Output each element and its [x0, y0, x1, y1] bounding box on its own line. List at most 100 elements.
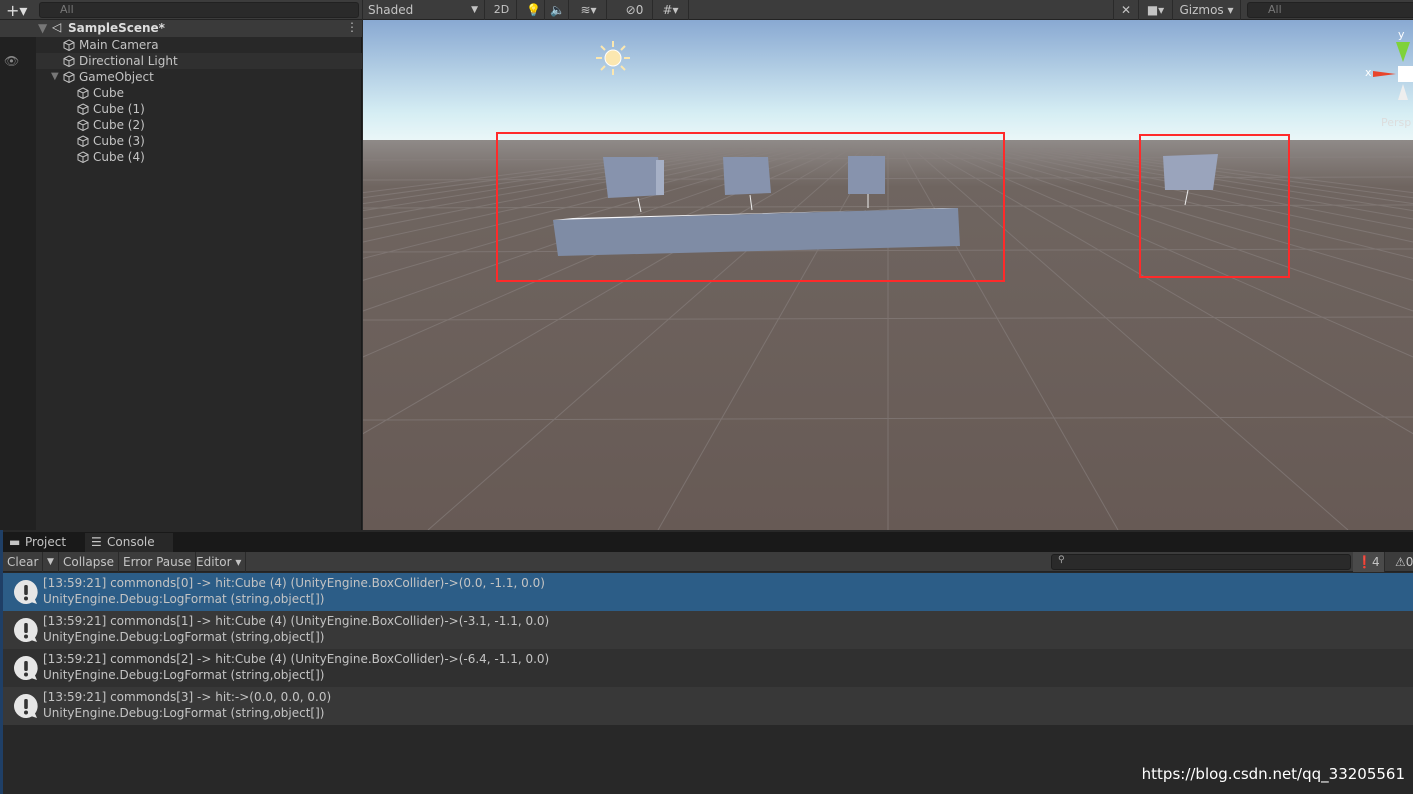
editor-label: Editor [196, 555, 232, 569]
left-edge [0, 530, 3, 794]
console-search-input[interactable]: ⚲ [1051, 554, 1351, 570]
sun-icon [596, 41, 630, 75]
cube-icon [77, 151, 89, 163]
expand-arrow-icon[interactable]: ▼ [38, 21, 47, 35]
item-label: Cube (1) [93, 102, 145, 116]
log-entry[interactable]: [13:59:21] commonds[3] -> hit:->(0.0, 0.… [3, 687, 1413, 725]
hierarchy-item[interactable]: Cube (3) [36, 133, 362, 149]
projection-label[interactable]: Persp [1381, 116, 1411, 129]
item-label: GameObject [79, 70, 154, 84]
chevron-down-icon: ▼ [471, 5, 478, 15]
warning-count-toggle[interactable]: ⚠0 [1391, 552, 1413, 572]
scene-menu-icon[interactable]: ⋮ [346, 20, 358, 34]
item-label: Cube [93, 86, 124, 100]
cube-icon [77, 135, 89, 147]
tab-label: Project [25, 535, 67, 549]
sky [363, 20, 1413, 145]
log-message: [13:59:21] commonds[3] -> hit:->(0.0, 0.… [43, 690, 332, 704]
scene-view[interactable]: y x Persp [363, 20, 1413, 530]
scene-viewport[interactable]: y x Persp [363, 20, 1413, 530]
camera-dropdown-icon[interactable]: ■▾ [1139, 0, 1173, 20]
clear-options-chevron-icon[interactable]: ▼ [43, 552, 59, 572]
item-label: Cube (2) [93, 118, 145, 132]
info-message-icon [14, 694, 38, 718]
expand-arrow-icon[interactable]: ▼ [51, 69, 59, 85]
gizmos-label: Gizmos [1179, 3, 1224, 17]
clear-button[interactable]: Clear [3, 552, 44, 572]
draw-mode-dropdown[interactable]: Shaded ▼ [363, 0, 485, 20]
hierarchy-item[interactable]: Directional Light [36, 53, 362, 69]
item-label: Cube (3) [93, 134, 145, 148]
warning-count: 0 [1405, 555, 1413, 569]
console-icon: ☰ [91, 535, 102, 549]
gizmo-y-label: y [1398, 28, 1405, 41]
gizmos-dropdown[interactable]: Gizmos ▾ [1173, 0, 1241, 20]
tools-icon[interactable]: ✕ [1113, 0, 1139, 20]
hierarchy-search-input[interactable]: All [39, 2, 359, 18]
hierarchy-item[interactable]: ▼ GameObject [36, 69, 362, 85]
eye-icon[interactable]: 👁 [4, 54, 19, 68]
console-toolbar: Clear ▼ Collapse Error Pause Editor ▾ ⚲ … [3, 552, 1413, 572]
gizmo-x-label: x [1365, 66, 1372, 79]
item-label: Directional Light [79, 54, 178, 68]
tab-project[interactable]: ▬ Project [3, 533, 83, 552]
scene-header[interactable]: ▼ ◁ SampleScene* ⋮ [0, 20, 362, 37]
grid-dropdown-icon[interactable]: #▾ [653, 0, 689, 20]
tab-label: Console [107, 535, 155, 549]
eye-slash-icon: ⊘ [625, 3, 636, 17]
info-message-icon [14, 656, 38, 680]
item-label: Main Camera [79, 38, 159, 52]
tab-console[interactable]: ☰ Console [85, 533, 173, 552]
hierarchy-item[interactable]: Cube (4) [36, 149, 362, 165]
effects-dropdown-icon[interactable]: ≋▾ [571, 0, 607, 20]
cube-icon [63, 39, 75, 51]
hidden-objects-toggle[interactable]: ⊘0 [617, 0, 653, 20]
scene-name: SampleScene* [68, 21, 165, 35]
log-count: 4 [1371, 555, 1380, 569]
error-pause-button[interactable]: Error Pause [119, 552, 197, 572]
log-count-toggle[interactable]: ❗4 [1353, 552, 1385, 572]
item-label: Cube (4) [93, 150, 145, 164]
scene-toolbar: Shaded ▼ 2D 💡 🔈 ≋▾ ⊘0 #▾ ✕ ■▾ Gizmos ▾ Al… [363, 0, 1413, 20]
info-message-icon [14, 618, 38, 642]
cube-icon [77, 87, 89, 99]
log-message: [13:59:21] commonds[0] -> hit:Cube (4) (… [43, 576, 545, 590]
folder-icon: ▬ [9, 535, 21, 549]
hierarchy-panel: +▾ All ▼ ◁ SampleScene* ⋮ Main Camera Dir… [0, 0, 362, 530]
cube-icon [63, 55, 75, 67]
watermark: https://blog.csdn.net/qq_33205561 [1141, 765, 1405, 783]
cube-icon [77, 119, 89, 131]
log-message: [13:59:21] commonds[2] -> hit:Cube (4) (… [43, 652, 550, 666]
info-icon: ❗ [1357, 555, 1372, 569]
hierarchy-item[interactable]: Cube [36, 85, 362, 101]
create-button[interactable]: +▾ [6, 1, 27, 20]
hierarchy-item[interactable]: Main Camera [36, 37, 362, 53]
visibility-gutter [0, 20, 36, 530]
scene-search-input[interactable]: All [1247, 2, 1413, 18]
editor-dropdown[interactable]: Editor ▾ [192, 552, 247, 572]
bottom-tabs: ▬ Project ☰ Console [3, 532, 1413, 552]
log-stacktrace: UnityEngine.Debug:LogFormat (string,obje… [43, 592, 325, 606]
info-message-icon [14, 580, 38, 604]
warning-icon: ⚠ [1395, 555, 1406, 569]
log-stacktrace: UnityEngine.Debug:LogFormat (string,obje… [43, 668, 325, 682]
unity-scene-icon: ◁ [52, 20, 62, 34]
lighting-toggle-icon[interactable]: 💡 [523, 0, 545, 20]
log-stacktrace: UnityEngine.Debug:LogFormat (string,obje… [43, 706, 325, 720]
audio-toggle-icon[interactable]: 🔈 [547, 0, 569, 20]
draw-mode-label: Shaded [368, 3, 414, 17]
2d-toggle[interactable]: 2D [487, 0, 517, 20]
hierarchy-item[interactable]: Cube (2) [36, 117, 362, 133]
log-stacktrace: UnityEngine.Debug:LogFormat (string,obje… [43, 630, 325, 644]
collapse-button[interactable]: Collapse [59, 552, 119, 572]
log-entry[interactable]: [13:59:21] commonds[1] -> hit:Cube (4) (… [3, 611, 1413, 649]
cube-icon [63, 71, 75, 83]
cube-icon [77, 103, 89, 115]
hidden-count: 0 [635, 3, 644, 17]
log-entry[interactable]: [13:59:21] commonds[2] -> hit:Cube (4) (… [3, 649, 1413, 687]
hierarchy-toolbar: +▾ All [0, 0, 362, 20]
hierarchy-item[interactable]: Cube (1) [36, 101, 362, 117]
log-message: [13:59:21] commonds[1] -> hit:Cube (4) (… [43, 614, 550, 628]
log-entry[interactable]: [13:59:21] commonds[0] -> hit:Cube (4) (… [3, 573, 1413, 611]
console-panel: ▬ Project ☰ Console Clear ▼ Collapse Error… [3, 532, 1413, 794]
